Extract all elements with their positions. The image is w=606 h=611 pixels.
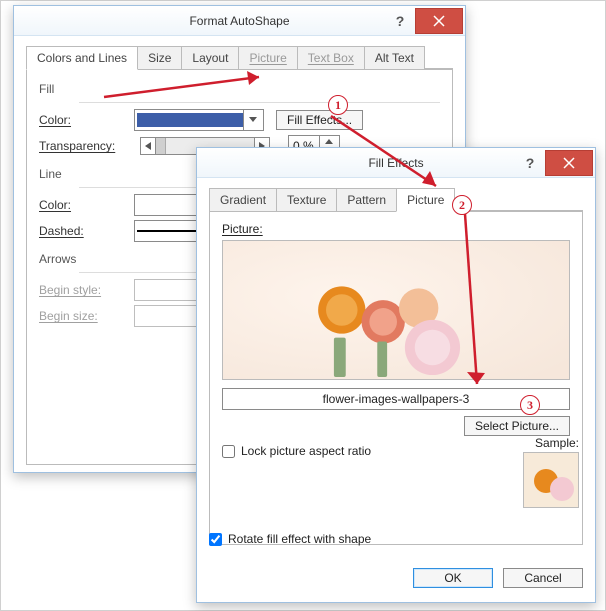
tab-pattern[interactable]: Pattern bbox=[336, 188, 397, 211]
tab-layout[interactable]: Layout bbox=[181, 46, 239, 69]
line-color-label: Color: bbox=[39, 198, 134, 212]
tab-picture[interactable]: Picture bbox=[396, 188, 455, 212]
titlebar[interactable]: Fill Effects ? bbox=[197, 148, 595, 178]
sample-block: Sample: bbox=[523, 436, 579, 508]
tabs-row: Colors and Lines Size Layout Picture Tex… bbox=[26, 46, 453, 69]
spin-up-icon[interactable] bbox=[320, 136, 337, 146]
begin-style-label: Begin style: bbox=[39, 283, 134, 297]
rotate-label: Rotate fill effect with shape bbox=[228, 532, 371, 546]
fill-effects-button[interactable]: Fill Effects... bbox=[276, 110, 363, 130]
fill-color-label: Color: bbox=[39, 113, 134, 127]
close-button[interactable] bbox=[415, 8, 463, 34]
fill-section: Fill bbox=[39, 82, 440, 96]
ok-button[interactable]: OK bbox=[413, 568, 493, 588]
callout-2: 2 bbox=[452, 195, 472, 215]
callout-1: 1 bbox=[328, 95, 348, 115]
tab-gradient[interactable]: Gradient bbox=[209, 188, 277, 211]
rotate-checkbox[interactable]: Rotate fill effect with shape bbox=[209, 532, 371, 546]
lock-aspect-checkbox[interactable]: Lock picture aspect ratio bbox=[222, 444, 570, 458]
lock-aspect-label: Lock picture aspect ratio bbox=[241, 444, 371, 458]
dialog-title: Format AutoShape bbox=[189, 14, 289, 28]
fill-effects-dialog: Fill Effects ? Gradient Texture Pattern … bbox=[196, 147, 596, 603]
tab-size[interactable]: Size bbox=[137, 46, 182, 69]
chevron-down-icon[interactable] bbox=[243, 110, 261, 130]
cancel-button[interactable]: Cancel bbox=[503, 568, 583, 588]
slider-left-icon[interactable] bbox=[140, 137, 156, 155]
titlebar[interactable]: Format AutoShape ? bbox=[14, 6, 465, 36]
tab-alttext[interactable]: Alt Text bbox=[364, 46, 425, 69]
tab-picture: Picture bbox=[238, 46, 297, 69]
fill-color-swatch bbox=[137, 113, 243, 127]
lock-aspect-input[interactable] bbox=[222, 445, 235, 458]
help-button[interactable]: ? bbox=[385, 8, 415, 34]
begin-size-label: Begin size: bbox=[39, 309, 134, 323]
select-picture-button[interactable]: Select Picture... bbox=[464, 416, 570, 436]
fill-color-picker[interactable] bbox=[134, 109, 264, 131]
help-button[interactable]: ? bbox=[515, 150, 545, 176]
dialog-buttons: OK Cancel bbox=[413, 568, 583, 588]
callout-3: 3 bbox=[520, 395, 540, 415]
picture-preview bbox=[222, 240, 570, 380]
tab-textbox: Text Box bbox=[297, 46, 365, 69]
picture-label: Picture: bbox=[222, 222, 570, 236]
dashed-label: Dashed: bbox=[39, 224, 134, 238]
sample-label: Sample: bbox=[523, 436, 579, 450]
dialog-title: Fill Effects bbox=[368, 156, 423, 170]
close-button[interactable] bbox=[545, 150, 593, 176]
picture-name: flower-images-wallpapers-3 bbox=[323, 392, 470, 406]
tabs-row: Gradient Texture Pattern Picture bbox=[209, 188, 583, 211]
slider-thumb[interactable] bbox=[156, 138, 166, 154]
sample-box bbox=[523, 452, 579, 508]
tab-texture[interactable]: Texture bbox=[276, 188, 337, 211]
transparency-label: Transparency: bbox=[39, 139, 134, 153]
tab-colors-and-lines[interactable]: Colors and Lines bbox=[26, 46, 138, 70]
picture-name-field: flower-images-wallpapers-3 bbox=[222, 388, 570, 410]
rotate-input[interactable] bbox=[209, 533, 222, 546]
